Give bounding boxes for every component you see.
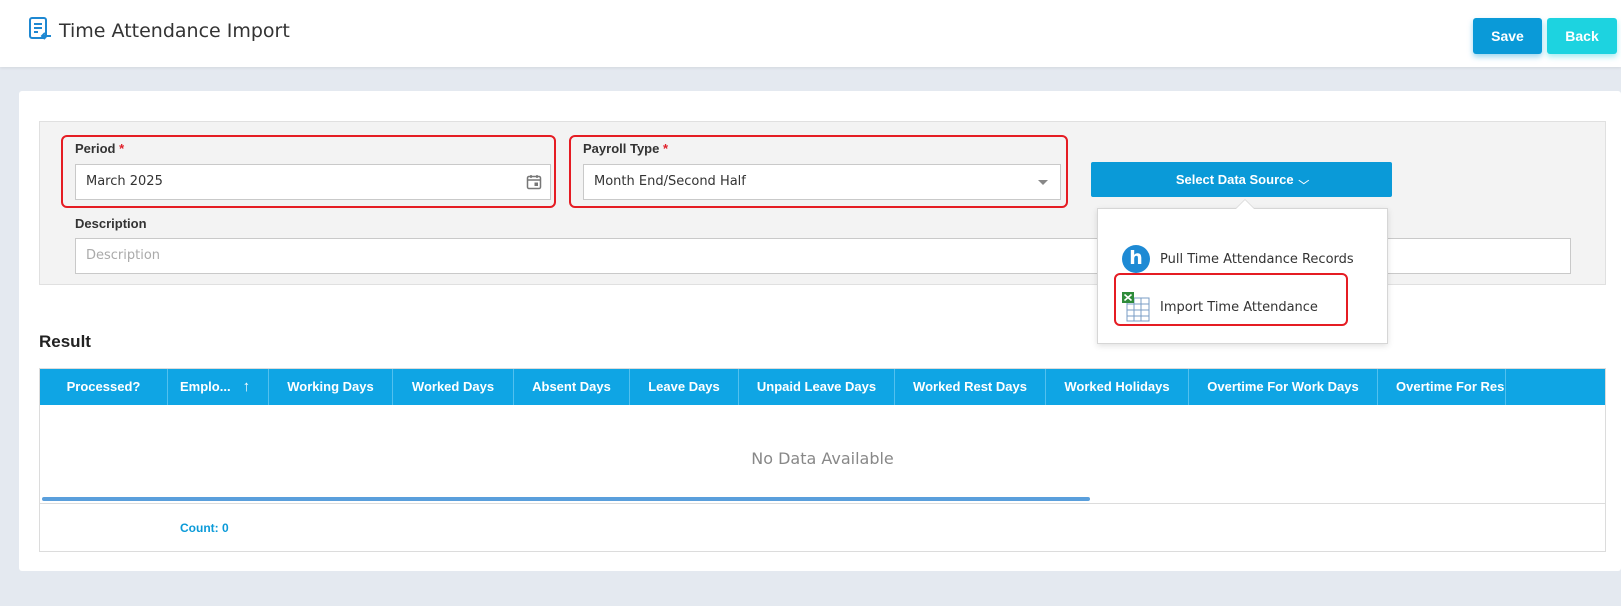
column-absent-days[interactable]: Absent Days bbox=[514, 369, 630, 405]
menu-pointer bbox=[1236, 200, 1254, 209]
result-grid: Processed? Emplo... ↑ Working Days Worked… bbox=[39, 368, 1606, 552]
back-button[interactable]: Back bbox=[1547, 18, 1617, 54]
grid-footer-divider bbox=[40, 503, 1605, 504]
payroll-type-highlight bbox=[569, 135, 1068, 208]
column-employee-label: Emplo... bbox=[180, 379, 231, 394]
description-label: Description bbox=[75, 216, 147, 231]
select-data-source-button[interactable]: Select Data Source ⌵ bbox=[1091, 162, 1392, 197]
document-import-icon bbox=[29, 17, 51, 40]
sort-ascending-icon[interactable]: ↑ bbox=[243, 369, 251, 405]
column-employee[interactable]: Emplo... ↑ bbox=[168, 369, 269, 405]
column-worked-holidays[interactable]: Worked Holidays bbox=[1046, 369, 1189, 405]
result-title: Result bbox=[39, 332, 91, 351]
chevron-down-icon: ⌵ bbox=[1298, 176, 1309, 187]
h-logo-icon: h bbox=[1122, 245, 1150, 273]
column-overtime-work-days[interactable]: Overtime For Work Days bbox=[1189, 369, 1378, 405]
empty-message: No Data Available bbox=[751, 449, 894, 468]
menu-item-label: Pull Time Attendance Records bbox=[1160, 252, 1354, 267]
column-processed[interactable]: Processed? bbox=[40, 369, 168, 405]
column-overtime-rest[interactable]: Overtime For Res bbox=[1378, 369, 1506, 405]
column-worked-rest-days[interactable]: Worked Rest Days bbox=[895, 369, 1046, 405]
horizontal-scrollbar[interactable] bbox=[42, 497, 1090, 501]
column-working-days[interactable]: Working Days bbox=[269, 369, 393, 405]
column-leave-days[interactable]: Leave Days bbox=[630, 369, 739, 405]
grid-header: Processed? Emplo... ↑ Working Days Worked… bbox=[40, 369, 1605, 405]
select-data-source-label: Select Data Source bbox=[1175, 172, 1294, 187]
top-bar: Time Attendance Import Save Back bbox=[0, 0, 1621, 67]
column-worked-days[interactable]: Worked Days bbox=[393, 369, 514, 405]
page-title: Time Attendance Import bbox=[59, 20, 290, 42]
save-button[interactable]: Save bbox=[1473, 18, 1542, 54]
period-highlight bbox=[61, 135, 556, 208]
record-count: Count: 0 bbox=[180, 521, 229, 535]
import-item-highlight bbox=[1114, 273, 1348, 326]
column-unpaid-leave-days[interactable]: Unpaid Leave Days bbox=[739, 369, 895, 405]
